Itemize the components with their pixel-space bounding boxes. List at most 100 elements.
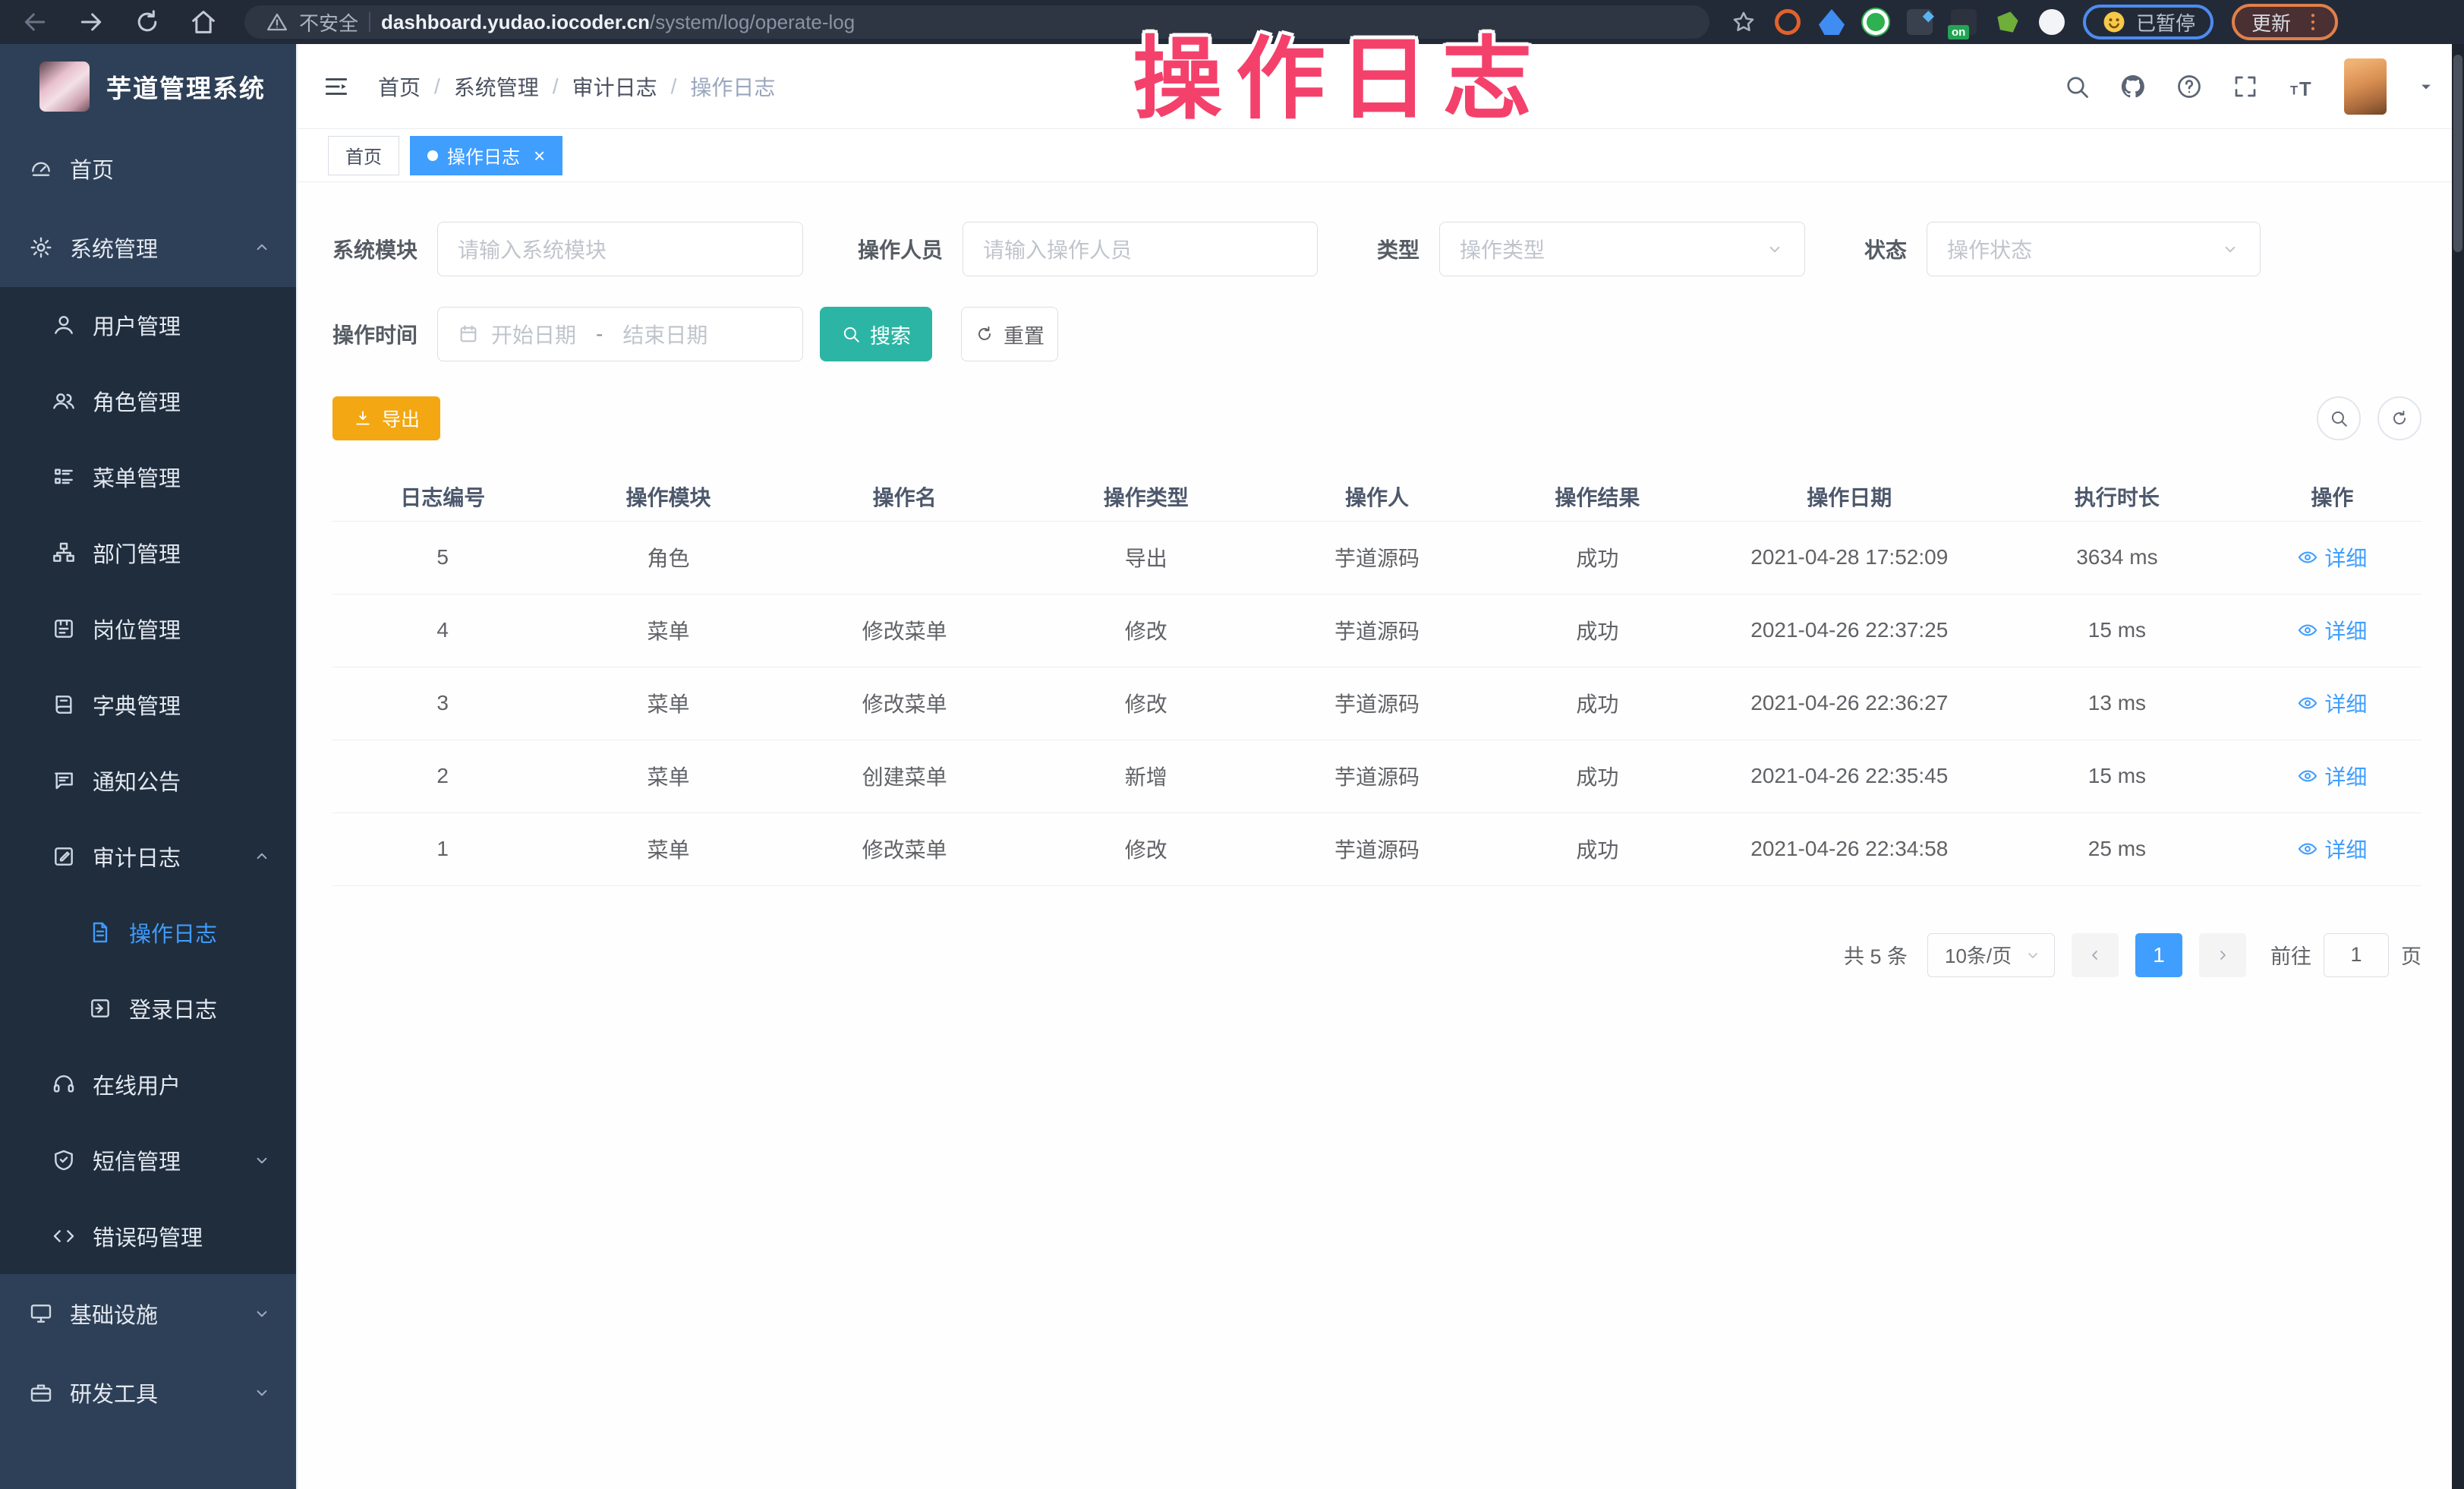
type-select[interactable]: 操作类型 [1439,222,1805,276]
screen: 不安全 dashboard.yudao.iocoder.cn/system/lo… [0,0,2464,1489]
goto-page-input[interactable]: 1 [2324,933,2389,977]
sidebar-item-dev-tools[interactable]: 研发工具 [0,1353,296,1432]
cell-module: 菜单 [553,667,783,740]
extension-green-icon[interactable] [1863,9,1889,35]
breadcrumb-separator: / [434,74,440,99]
col-header: 日志编号 [332,472,553,521]
chevron-left-icon [2086,946,2104,964]
refresh-icon [975,324,994,344]
url-path: /system/log/operate-log [650,11,855,33]
module-input[interactable]: 请输入系统模块 [437,222,803,276]
update-button[interactable]: 更新 [2232,4,2338,40]
sidebar-item-label: 系统管理 [70,232,158,263]
back-icon[interactable] [20,7,50,37]
bookmark-star-icon[interactable] [1731,9,1757,35]
scrollbar-thumb[interactable] [2453,55,2462,252]
extension-puzzle-icon[interactable] [2039,9,2065,35]
tag-operate-log[interactable]: 操作日志 × [410,136,562,175]
sidebar-item-login-log[interactable]: 登录日志 [0,970,296,1046]
sidebar-item-notice[interactable]: 通知公告 [0,743,296,819]
status-select[interactable]: 操作状态 [1927,222,2261,276]
cell-module: 菜单 [553,740,783,812]
detail-link[interactable]: 详细 [2297,761,2367,791]
sidebar-item-label: 操作日志 [129,916,217,948]
dictionary-icon [52,692,76,717]
user-icon [52,313,76,337]
extension-gem-icon[interactable] [1907,9,1933,35]
shield-icon [52,1148,76,1172]
forward-icon[interactable] [76,7,106,37]
cell-result: 成功 [1487,521,1707,594]
search-button[interactable]: 搜索 [820,307,932,361]
refresh-table-button[interactable] [2377,396,2421,440]
prev-page-button[interactable] [2072,933,2119,977]
sidebar-item-error-code[interactable]: 错误码管理 [0,1198,296,1274]
fullscreen-icon[interactable] [2232,73,2259,100]
export-button[interactable]: 导出 [332,396,440,440]
extension-blue-icon[interactable] [1819,9,1845,35]
caret-down-icon[interactable] [2415,76,2437,97]
chevron-right-icon [2214,946,2232,964]
sidebar-item-sms[interactable]: 短信管理 [0,1122,296,1198]
avatar[interactable] [2344,58,2387,115]
date-range-input[interactable]: 开始日期 - 结束日期 [437,307,803,361]
sidebar-item-menus[interactable]: 菜单管理 [0,439,296,515]
sidebar-item-system[interactable]: 系统管理 [0,208,296,287]
total-count: 共 5 条 [1844,940,1908,970]
sidebar-item-roles[interactable]: 角色管理 [0,363,296,439]
breadcrumb-item[interactable]: 首页 [378,71,421,102]
home-icon[interactable] [188,7,219,37]
page-scrollbar[interactable] [2452,44,2464,1489]
github-icon[interactable] [2119,73,2147,100]
reset-button[interactable]: 重置 [961,307,1058,361]
detail-link[interactable]: 详细 [2297,615,2367,645]
sidebar-item-audit-log[interactable]: 审计日志 [0,819,296,894]
detail-label: 详细 [2324,688,2367,718]
browser-menu-icon[interactable] [2302,11,2324,33]
goto-page: 前往 1 页 [2270,933,2421,977]
chevron-down-icon [252,1304,272,1323]
extension-orange-icon[interactable] [1775,9,1801,35]
sidebar-item-label: 角色管理 [93,385,181,417]
search-icon[interactable] [2063,73,2091,100]
tags-bar: 首页 操作日志 × [298,129,2464,182]
sidebar-item-infrastructure[interactable]: 基础设施 [0,1274,296,1353]
tag-home[interactable]: 首页 [328,136,399,175]
operator-input[interactable]: 请输入操作人员 [963,222,1318,276]
page-number-current[interactable]: 1 [2135,933,2182,977]
reload-icon[interactable] [132,7,162,37]
sidebar-item-operate-log[interactable]: 操作日志 [0,894,296,970]
sidebar-item-home[interactable]: 首页 [0,129,296,208]
sidebar-item-users[interactable]: 用户管理 [0,287,296,363]
detail-link[interactable]: 详细 [2297,542,2367,573]
help-icon[interactable] [2176,73,2203,100]
page-unit-label: 页 [2401,940,2421,970]
font-size-icon[interactable]: TT [2288,73,2315,100]
breadcrumb-item[interactable]: 系统管理 [454,71,539,102]
sidebar-item-online-users[interactable]: 在线用户 [0,1046,296,1122]
sidebar-item-posts[interactable]: 岗位管理 [0,591,296,667]
breadcrumb-item[interactable]: 审计日志 [572,71,657,102]
cell-type: 新增 [1026,740,1267,812]
svg-text:T: T [2290,84,2298,97]
headset-icon [52,1072,76,1096]
refresh-icon [2390,409,2409,428]
chevron-down-icon [252,1150,272,1170]
extension-leaf-icon[interactable] [1995,9,2021,35]
detail-link[interactable]: 详细 [2297,688,2367,718]
extension-on-icon[interactable]: on [1951,9,1977,35]
sidebar-logo[interactable]: 芋道管理系统 [0,44,296,129]
next-page-button[interactable] [2199,933,2246,977]
url-text: dashboard.yudao.iocoder.cn/system/log/op… [381,11,855,34]
detail-link[interactable]: 详细 [2297,834,2367,864]
collapse-sidebar-icon[interactable] [322,72,351,101]
toggle-search-button[interactable] [2317,396,2361,440]
sidebar-item-dictionary[interactable]: 字典管理 [0,667,296,743]
paused-badge[interactable]: 已暂停 [2083,5,2214,39]
page-size-select[interactable]: 10条/页 [1927,933,2055,977]
cell-duration: 13 ms [1991,667,2243,740]
close-icon[interactable]: × [534,146,545,166]
sidebar-item-departments[interactable]: 部门管理 [0,515,296,591]
sidebar-item-label: 用户管理 [93,309,181,341]
eye-icon [2297,838,2318,860]
